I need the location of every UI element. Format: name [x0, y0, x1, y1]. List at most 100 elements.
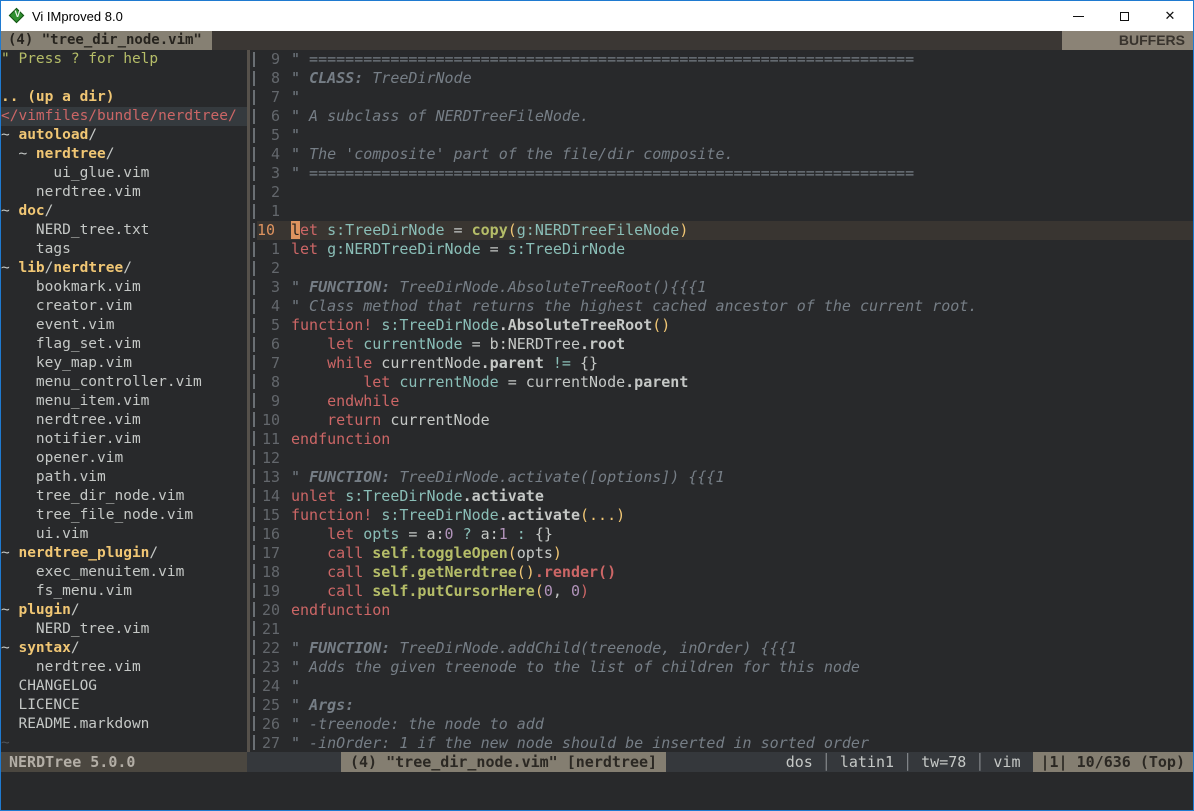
tree-item[interactable]: </vimfiles/bundle/nerdtree/ — [1, 107, 247, 126]
code-line[interactable]: 8 let currentNode = currentNode.parent — [257, 373, 1193, 392]
code-line[interactable]: 19 call self.putCursorHere(0, 0) — [257, 582, 1193, 601]
code-line[interactable]: 4" The 'composite' part of the file/dir … — [257, 145, 1193, 164]
buffer-name-status: (4) "tree_dir_node.vim" [nerdtree] — [341, 752, 666, 772]
code-line[interactable]: 7 while currentNode.parent != {} — [257, 354, 1193, 373]
statusline: NERDTree 5.0.0 (4) "tree_dir_node.vim" [… — [1, 752, 1193, 772]
tree-item[interactable]: NERD_tree.txt — [1, 221, 247, 240]
maximize-button[interactable] — [1101, 1, 1147, 31]
tree-item[interactable]: ~ autoload/ — [1, 126, 247, 145]
code-line[interactable]: 22" FUNCTION: TreeDirNode.addChild(treen… — [257, 639, 1193, 658]
tree-item[interactable]: nerdtree.vim — [1, 658, 247, 677]
tree-item[interactable]: menu_controller.vim — [1, 373, 247, 392]
vim-logo-icon: V — [9, 8, 26, 25]
tree-item[interactable]: ~ doc/ — [1, 202, 247, 221]
tree-item[interactable]: tree_file_node.vim — [1, 506, 247, 525]
code-line[interactable]: 20endfunction — [257, 601, 1193, 620]
cursor-position-status: |1| 10/636 (Top) — [1033, 752, 1194, 772]
tree-item[interactable]: exec_menuitem.vim — [1, 563, 247, 582]
code-line[interactable]: 12 — [257, 449, 1193, 468]
tree-item[interactable]: LICENCE — [1, 696, 247, 715]
code-line[interactable]: 4" Class method that returns the highest… — [257, 297, 1193, 316]
code-line[interactable]: 9" =====================================… — [257, 50, 1193, 69]
tree-item[interactable]: fs_menu.vim — [1, 582, 247, 601]
editor-buffer: 9" =====================================… — [257, 50, 1193, 752]
minimize-icon — [1073, 16, 1084, 17]
tree-item[interactable]: path.vim — [1, 468, 247, 487]
code-line[interactable]: 13" FUNCTION: TreeDirNode.activate([opti… — [257, 468, 1193, 487]
code-line[interactable]: 15function! s:TreeDirNode.activate(...) — [257, 506, 1193, 525]
code-line[interactable]: 6 let currentNode = b:NERDTree.root — [257, 335, 1193, 354]
file-format-status: dos │ latin1 │ tw=78 │ vim — [786, 752, 1033, 772]
tree-item[interactable]: NERD_tree.vim — [1, 620, 247, 639]
tab-tree-dir-node[interactable]: (4) "tree_dir_node.vim" — [1, 31, 212, 50]
tree-item[interactable]: CHANGELOG — [1, 677, 247, 696]
code-line[interactable]: 1 — [257, 202, 1193, 221]
code-line[interactable]: 27" -inOrder: 1 if the new node should b… — [257, 734, 1193, 752]
code-line[interactable]: 24" — [257, 677, 1193, 696]
tree-item[interactable]: " Press ? for help — [1, 50, 247, 69]
tree-item[interactable]: nerdtree.vim — [1, 411, 247, 430]
code-line[interactable]: 9 endwhile — [257, 392, 1193, 411]
code-line[interactable]: 18 call self.getNerdtree().render() — [257, 563, 1193, 582]
tree-item[interactable]: menu_item.vim — [1, 392, 247, 411]
tree-item[interactable]: event.vim — [1, 316, 247, 335]
tree-item[interactable]: ~ lib/nerdtree/ — [1, 259, 247, 278]
code-line[interactable]: 5" — [257, 126, 1193, 145]
tree-item[interactable]: nerdtree.vim — [1, 183, 247, 202]
code-line[interactable]: 23" Adds the given treenode to the list … — [257, 658, 1193, 677]
tree-item[interactable]: README.markdown — [1, 715, 247, 734]
tree-item[interactable]: ~ plugin/ — [1, 601, 247, 620]
statusline-spring — [666, 752, 786, 772]
titlebar: V Vi IMproved 8.0 ✕ — [1, 1, 1193, 31]
code-line[interactable]: 11endfunction — [257, 430, 1193, 449]
code-line[interactable]: 3" =====================================… — [257, 164, 1193, 183]
window-split-separator[interactable] — [247, 50, 257, 752]
tree-item[interactable]: ~ nerdtree_plugin/ — [1, 544, 247, 563]
code-line[interactable]: 14unlet s:TreeDirNode.activate — [257, 487, 1193, 506]
command-line[interactable] — [1, 772, 1193, 810]
code-line[interactable]: 16 let opts = a:0 ? a:1 : {} — [257, 525, 1193, 544]
tree-item[interactable]: ~ nerdtree/ — [1, 145, 247, 164]
tree-item[interactable]: creator.vim — [1, 297, 247, 316]
tree-item[interactable]: ~ — [1, 734, 247, 752]
tree-item[interactable]: ~ syntax/ — [1, 639, 247, 658]
tree-item[interactable] — [1, 69, 247, 88]
code-line-current[interactable]: 10let s:TreeDirNode = copy(g:NERDTreeFil… — [257, 221, 1193, 240]
statusline-gap — [247, 752, 341, 772]
code-line[interactable]: 26" -treenode: the node to add — [257, 715, 1193, 734]
code-line[interactable]: 7" — [257, 88, 1193, 107]
tree-item[interactable]: tree_dir_node.vim — [1, 487, 247, 506]
tree-item[interactable]: ui_glue.vim — [1, 164, 247, 183]
nerdtree-status: NERDTree 5.0.0 — [1, 752, 247, 772]
maximize-icon — [1120, 12, 1129, 21]
close-button[interactable]: ✕ — [1147, 1, 1193, 31]
minimize-button[interactable] — [1055, 1, 1101, 31]
window-title: Vi IMproved 8.0 — [32, 9, 123, 24]
tree-item[interactable]: notifier.vim — [1, 430, 247, 449]
tabline: (4) "tree_dir_node.vim" BUFFERS — [1, 31, 1193, 50]
tree-item[interactable]: tags — [1, 240, 247, 259]
close-icon: ✕ — [1165, 9, 1176, 24]
code-line[interactable]: 8" CLASS: TreeDirNode — [257, 69, 1193, 88]
code-line[interactable]: 2 — [257, 183, 1193, 202]
code-line[interactable]: 10 return currentNode — [257, 411, 1193, 430]
nerdtree-panel: " Press ? for help .. (up a dir)</vimfile… — [1, 50, 247, 752]
tabline-fill — [212, 31, 1062, 50]
tree-item[interactable]: bookmark.vim — [1, 278, 247, 297]
code-line[interactable]: 17 call self.toggleOpen(opts) — [257, 544, 1193, 563]
code-line[interactable]: 1let g:NERDTreeDirNode = s:TreeDirNode — [257, 240, 1193, 259]
tree-item[interactable]: flag_set.vim — [1, 335, 247, 354]
tree-item[interactable]: opener.vim — [1, 449, 247, 468]
main-content: " Press ? for help .. (up a dir)</vimfile… — [1, 50, 1193, 752]
code-line[interactable]: 25" Args: — [257, 696, 1193, 715]
code-line[interactable]: 3" FUNCTION: TreeDirNode.AbsoluteTreeRoo… — [257, 278, 1193, 297]
buffers-label: BUFFERS — [1062, 31, 1193, 50]
tree-item[interactable]: .. (up a dir) — [1, 88, 247, 107]
vim-window: V Vi IMproved 8.0 ✕ (4) "tree_dir_node.v… — [0, 0, 1194, 811]
tree-item[interactable]: ui.vim — [1, 525, 247, 544]
code-line[interactable]: 6" A subclass of NERDTreeFileNode. — [257, 107, 1193, 126]
code-line[interactable]: 2 — [257, 259, 1193, 278]
code-line[interactable]: 21 — [257, 620, 1193, 639]
tree-item[interactable]: key_map.vim — [1, 354, 247, 373]
code-line[interactable]: 5function! s:TreeDirNode.AbsoluteTreeRoo… — [257, 316, 1193, 335]
